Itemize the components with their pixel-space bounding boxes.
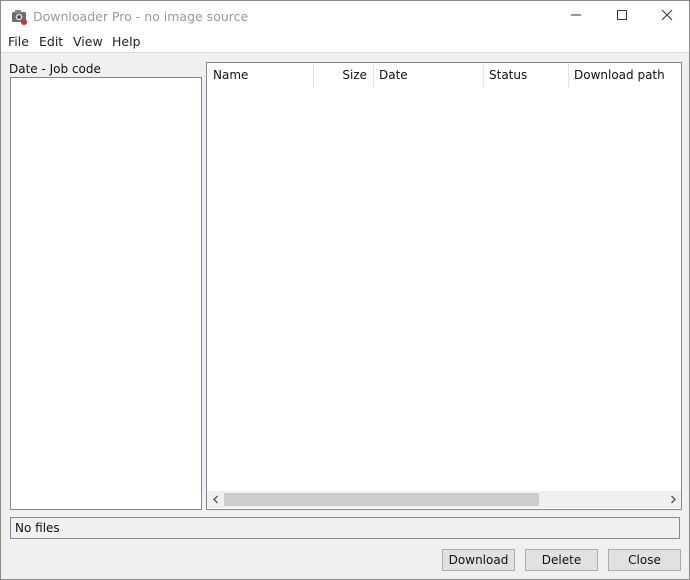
close-window-button[interactable]	[644, 1, 690, 32]
menu-bar: File Edit View Help	[1, 32, 689, 53]
column-divider[interactable]	[483, 63, 484, 88]
job-tree[interactable]	[10, 77, 202, 510]
column-status[interactable]: Status	[489, 63, 569, 88]
delete-button[interactable]: Delete	[525, 549, 598, 571]
menu-view[interactable]: View	[72, 34, 104, 49]
window-title: Downloader Pro - no image source	[33, 9, 249, 24]
column-divider[interactable]	[568, 63, 569, 88]
status-text: No files	[15, 521, 60, 535]
chevron-right-icon	[669, 493, 677, 507]
scroll-right-button[interactable]	[664, 491, 681, 508]
column-divider[interactable]	[373, 63, 374, 88]
title-bar[interactable]: Downloader Pro - no image source	[1, 1, 689, 32]
minimize-button[interactable]	[553, 1, 599, 32]
scrollbar-thumb[interactable]	[224, 493, 539, 506]
horizontal-scrollbar[interactable]	[207, 491, 681, 508]
status-bar: No files	[10, 517, 680, 539]
download-button[interactable]: Download	[442, 549, 515, 571]
app-window: Downloader Pro - no image source File Ed…	[0, 0, 690, 580]
scroll-left-button[interactable]	[207, 491, 224, 508]
chevron-left-icon	[212, 493, 220, 507]
maximize-button[interactable]	[599, 1, 645, 32]
column-date[interactable]: Date	[379, 63, 483, 88]
file-list[interactable]: Name Size Date Status Download path	[206, 62, 682, 510]
column-size[interactable]: Size	[314, 63, 373, 88]
menu-file[interactable]: File	[7, 34, 30, 49]
menu-help[interactable]: Help	[111, 34, 142, 49]
column-name[interactable]: Name	[213, 63, 313, 88]
menu-edit[interactable]: Edit	[38, 34, 64, 49]
close-icon	[661, 9, 673, 24]
maximize-icon	[616, 9, 628, 24]
camera-download-icon	[11, 8, 28, 25]
minimize-icon	[570, 9, 582, 24]
column-download-path[interactable]: Download path	[574, 63, 679, 88]
close-button[interactable]: Close	[608, 549, 681, 571]
list-header: Name Size Date Status Download path	[207, 63, 681, 88]
tree-label: Date - Job code	[9, 62, 101, 76]
